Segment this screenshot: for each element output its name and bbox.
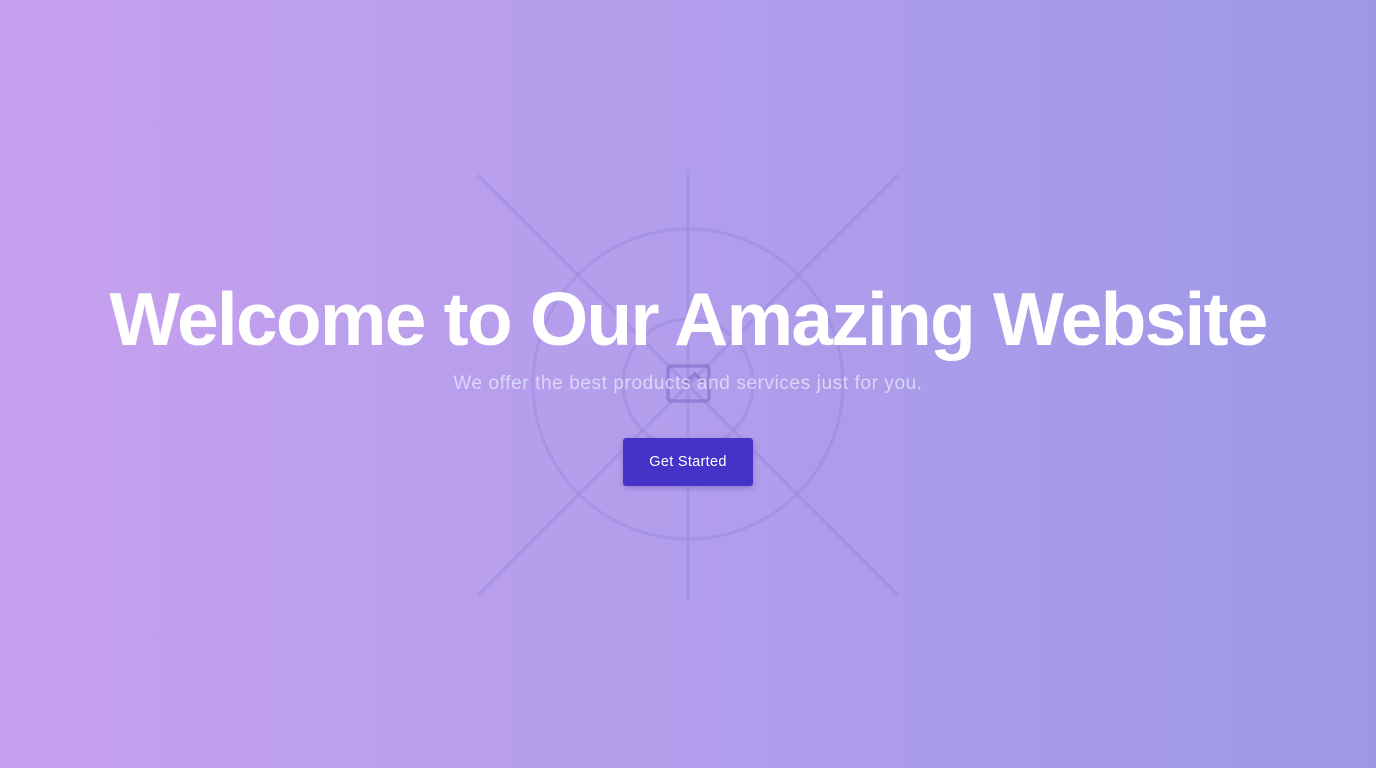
- hero-subtitle: We offer the best products and services …: [453, 373, 923, 394]
- hero-title: Welcome to Our Amazing Website: [109, 277, 1268, 361]
- get-started-button[interactable]: Get Started: [623, 438, 753, 486]
- hero-section: Welcome to Our Amazing Website We offer …: [0, 0, 1376, 768]
